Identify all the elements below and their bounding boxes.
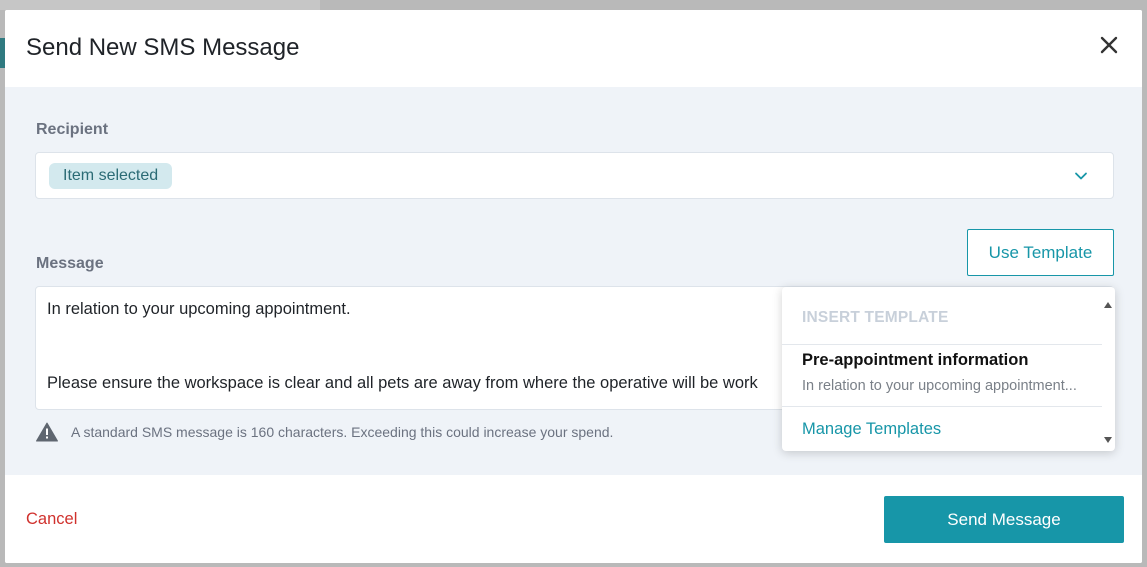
- warning-icon: [36, 422, 58, 442]
- dialog-header: Send New SMS Message: [5, 10, 1142, 87]
- warning-text: A standard SMS message is 160 characters…: [71, 424, 614, 440]
- dialog-footer: Cancel Send Message: [5, 475, 1142, 563]
- selected-recipient-chip[interactable]: Item selected: [49, 163, 173, 189]
- message-line-1: In relation to your upcoming appointment…: [47, 300, 351, 318]
- use-template-button[interactable]: Use Template: [967, 229, 1114, 276]
- message-line-3: Please ensure the workspace is clear and…: [47, 374, 758, 392]
- message-label: Message: [36, 255, 104, 272]
- divider: [782, 406, 1102, 407]
- template-item-preview: In relation to your upcoming appointment…: [802, 378, 1077, 394]
- chevron-down-icon[interactable]: [1073, 168, 1089, 184]
- dropdown-scroll-up-arrow[interactable]: [1104, 302, 1112, 308]
- close-icon: [1100, 36, 1118, 54]
- dropdown-header: INSERT TEMPLATE: [802, 309, 949, 326]
- recipient-select[interactable]: Item selected: [35, 152, 1114, 199]
- send-message-button[interactable]: Send Message: [884, 496, 1124, 543]
- insert-template-dropdown: INSERT TEMPLATE Pre-appointment informat…: [782, 287, 1115, 451]
- template-item-pre-appointment[interactable]: Pre-appointment information In relation …: [782, 345, 1102, 406]
- dropdown-scroll-down-arrow[interactable]: [1104, 437, 1112, 443]
- background-strip: [0, 0, 320, 10]
- cancel-button[interactable]: Cancel: [26, 510, 77, 529]
- manage-templates-link[interactable]: Manage Templates: [802, 420, 941, 439]
- dialog-title: Send New SMS Message: [26, 34, 300, 61]
- template-item-title: Pre-appointment information: [802, 351, 1029, 369]
- recipient-label: Recipient: [36, 121, 109, 138]
- close-button[interactable]: [1096, 32, 1122, 58]
